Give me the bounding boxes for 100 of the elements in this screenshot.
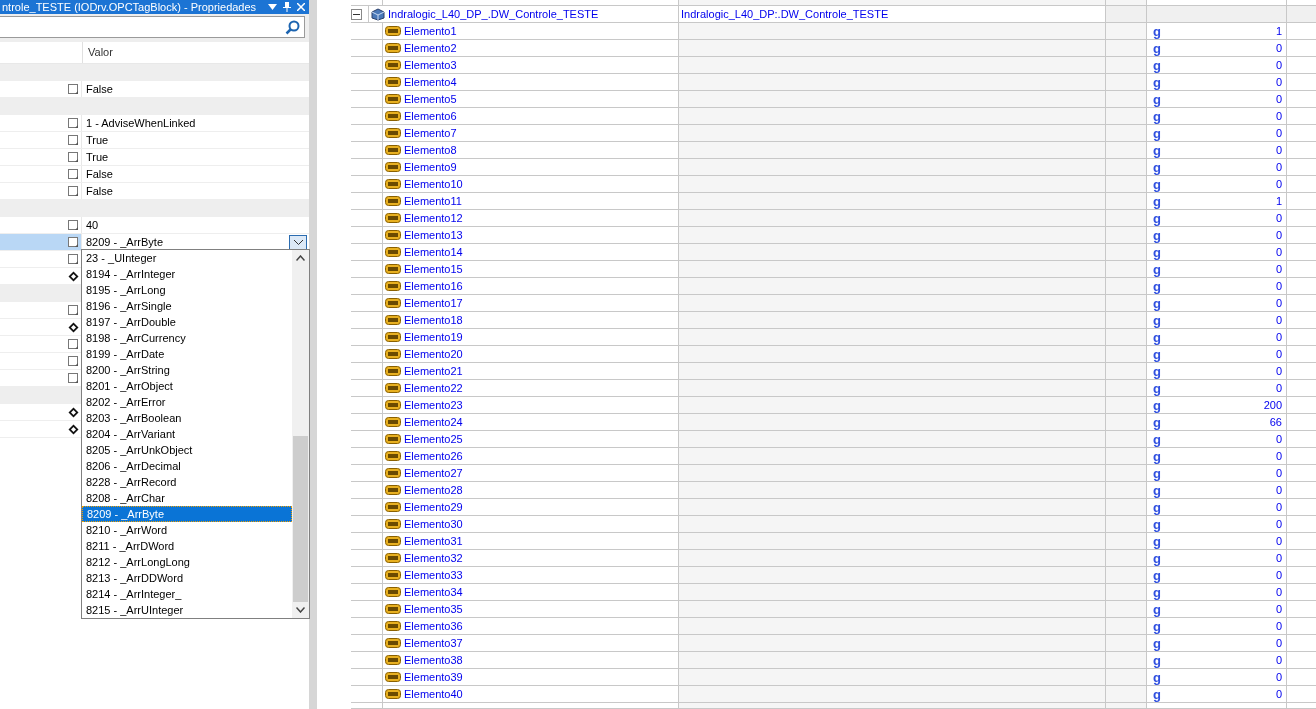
- element-value: 0: [1275, 331, 1282, 343]
- element-name[interactable]: Elemento26: [404, 450, 463, 462]
- element-name[interactable]: Elemento13: [404, 229, 463, 241]
- scroll-down-icon[interactable]: [296, 607, 305, 613]
- element-value: 0: [1275, 671, 1282, 683]
- opc-tag-icon: [385, 315, 401, 325]
- element-name[interactable]: Elemento24: [404, 416, 463, 428]
- opc-tag-icon: [385, 94, 401, 104]
- element-name[interactable]: Elemento23: [404, 399, 463, 411]
- element-name[interactable]: Elemento38: [404, 654, 463, 666]
- element-value: 0: [1275, 59, 1282, 71]
- dropdown-icon[interactable]: [268, 4, 278, 10]
- element-name[interactable]: Elemento40: [404, 688, 463, 700]
- property-name-cell[interactable]: [0, 234, 82, 250]
- element-name[interactable]: Elemento6: [404, 110, 457, 122]
- element-name[interactable]: Elemento27: [404, 467, 463, 479]
- element-value: 0: [1275, 552, 1282, 564]
- element-name[interactable]: Elemento3: [404, 59, 457, 71]
- opc-tag-icon: [385, 366, 401, 376]
- element-value: 0: [1275, 314, 1282, 326]
- opc-tag-icon: [385, 213, 401, 223]
- element-value: 0: [1275, 144, 1282, 156]
- element-value: 0: [1275, 484, 1282, 496]
- scrollbar-thumb[interactable]: [293, 436, 308, 602]
- element-value: 0: [1275, 688, 1282, 700]
- property-value[interactable]: 1 - AdviseWhenLinked: [86, 117, 196, 129]
- element-name[interactable]: Elemento37: [404, 637, 463, 649]
- element-name[interactable]: Elemento20: [404, 348, 463, 360]
- close-icon[interactable]: [297, 3, 306, 11]
- dropdown-option[interactable]: 8209 - _ArrByte: [82, 506, 292, 522]
- value-type-icon: g: [1153, 398, 1161, 412]
- element-name[interactable]: Elemento17: [404, 297, 463, 309]
- value-type-icon: g: [1153, 381, 1161, 395]
- element-value: 0: [1275, 280, 1282, 292]
- element-name[interactable]: Elemento16: [404, 280, 463, 292]
- element-value: 0: [1275, 467, 1282, 479]
- tag-block-name[interactable]: Indralogic_L40_DP_.DW_Controle_TESTE: [388, 8, 599, 20]
- value-type-icon: g: [1153, 500, 1161, 514]
- opc-tag-icon: [385, 281, 401, 291]
- value-type-icon: g: [1153, 602, 1161, 616]
- opc-tag-icon: [385, 128, 401, 138]
- search-icon[interactable]: [285, 19, 301, 35]
- element-name[interactable]: Elemento36: [404, 620, 463, 632]
- opc-tag-icon: [385, 111, 401, 121]
- element-name[interactable]: Elemento28: [404, 484, 463, 496]
- element-name[interactable]: Elemento1: [404, 25, 457, 37]
- value-type-icon: g: [1153, 109, 1161, 123]
- value-type-icon: g: [1153, 177, 1161, 191]
- element-name[interactable]: Elemento12: [404, 212, 463, 224]
- property-value[interactable]: False: [86, 185, 113, 197]
- element-name[interactable]: Elemento25: [404, 433, 463, 445]
- value-type-icon: g: [1153, 194, 1161, 208]
- element-name[interactable]: Elemento5: [404, 93, 457, 105]
- element-value: 0: [1275, 518, 1282, 530]
- search-field[interactable]: [0, 16, 306, 38]
- opc-tag-icon: [385, 485, 401, 495]
- element-name[interactable]: Elemento10: [404, 178, 463, 190]
- property-value[interactable]: False: [86, 83, 113, 95]
- element-name[interactable]: Elemento15: [404, 263, 463, 275]
- value-type-icon: g: [1153, 670, 1161, 684]
- opc-tag-icon: [385, 298, 401, 308]
- opc-tag-icon: [385, 162, 401, 172]
- element-name[interactable]: Elemento32: [404, 552, 463, 564]
- element-name[interactable]: Elemento21: [404, 365, 463, 377]
- value-type-icon: g: [1153, 483, 1161, 497]
- property-value[interactable]: True: [86, 151, 109, 163]
- element-name[interactable]: Elemento8: [404, 144, 457, 156]
- pin-icon[interactable]: [283, 2, 292, 12]
- opc-tag-icon: [385, 400, 401, 410]
- element-name[interactable]: Elemento31: [404, 535, 463, 547]
- scroll-up-icon[interactable]: [296, 255, 305, 261]
- element-name[interactable]: Elemento19: [404, 331, 463, 343]
- element-value: 0: [1275, 178, 1282, 190]
- element-name[interactable]: Elemento9: [404, 161, 457, 173]
- element-name[interactable]: Elemento29: [404, 501, 463, 513]
- element-name[interactable]: Elemento2: [404, 42, 457, 54]
- property-value[interactable]: True: [86, 134, 109, 146]
- property-value[interactable]: 8209 - _ArrByte: [86, 236, 164, 248]
- element-name[interactable]: Elemento4: [404, 76, 457, 88]
- element-name[interactable]: Elemento11: [404, 195, 462, 207]
- element-name[interactable]: Elemento35: [404, 603, 463, 615]
- element-name[interactable]: Elemento30: [404, 518, 463, 530]
- element-name[interactable]: Elemento14: [404, 246, 463, 258]
- element-value: 0: [1275, 161, 1282, 173]
- element-name[interactable]: Elemento18: [404, 314, 463, 326]
- value-type-icon: g: [1153, 636, 1161, 650]
- property-value[interactable]: 40: [86, 219, 99, 231]
- property-value[interactable]: False: [86, 168, 113, 180]
- collapse-toggle[interactable]: [351, 8, 362, 20]
- element-name[interactable]: Elemento39: [404, 671, 463, 683]
- value-type-icon: g: [1153, 347, 1161, 361]
- value-type-icon: g: [1153, 313, 1161, 327]
- dropdown-button[interactable]: [289, 234, 308, 250]
- element-name[interactable]: Elemento33: [404, 569, 463, 581]
- opc-tag-icon: [385, 536, 401, 546]
- element-name[interactable]: Elemento22: [404, 382, 463, 394]
- opc-tag-icon: [385, 502, 401, 512]
- element-name[interactable]: Elemento34: [404, 586, 463, 598]
- element-value: 1: [1275, 195, 1282, 207]
- element-name[interactable]: Elemento7: [404, 127, 457, 139]
